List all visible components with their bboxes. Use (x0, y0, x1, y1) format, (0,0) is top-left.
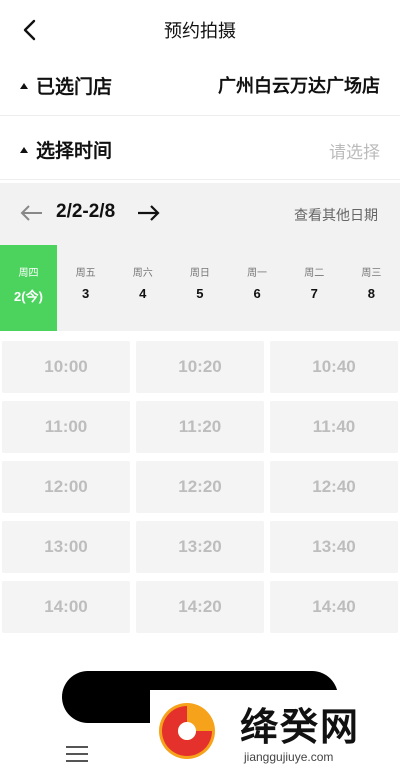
week-selector: 2/2-2/8 查看其他日期 周四 2(今) 周五 3 周六 4 周日 5 周一 6 周二 7 周三 8 (0, 183, 400, 331)
week-range-row: 2/2-2/8 查看其他日期 (0, 183, 400, 245)
day-item[interactable]: 周一 6 (229, 245, 286, 331)
time-slot[interactable]: 13:40 (270, 521, 398, 573)
day-weekday: 周五 (75, 268, 96, 279)
day-date: 6 (253, 286, 261, 301)
store-label: 已选门店 (36, 76, 113, 98)
time-slot[interactable]: 14:20 (136, 581, 264, 633)
next-week-button[interactable] (136, 203, 160, 223)
watermark: 绛癸网 jianggujiuye.com (150, 690, 400, 779)
day-weekday: 周六 (132, 268, 153, 279)
watermark-url: jianggujiuye.com (244, 750, 334, 764)
time-slot[interactable]: 10:00 (2, 341, 130, 393)
day-item[interactable]: 周二 7 (286, 245, 343, 331)
day-weekday: 周三 (361, 268, 382, 279)
prev-week-button[interactable] (20, 203, 44, 223)
day-weekday: 周日 (189, 268, 210, 279)
day-list: 周四 2(今) 周五 3 周六 4 周日 5 周一 6 周二 7 周三 8 (0, 245, 400, 331)
time-slot[interactable]: 10:40 (270, 341, 398, 393)
watermark-text: 绛癸网 (240, 704, 361, 749)
time-slot[interactable]: 11:00 (2, 401, 130, 453)
page-title: 预约拍摄 (164, 21, 236, 42)
caret-up-icon (20, 147, 28, 153)
day-weekday: 周四 (18, 268, 39, 279)
day-item[interactable]: 周五 3 (57, 245, 114, 331)
arrow-right-icon (138, 205, 160, 221)
week-range: 2/2-2/8 (56, 201, 116, 222)
day-date: 2(今) (14, 289, 43, 304)
menu-icon[interactable] (66, 746, 88, 764)
time-slot[interactable]: 14:00 (2, 581, 130, 633)
time-slot-grid: 10:00 10:20 10:40 11:00 11:20 11:40 12:00 12:20… (0, 341, 400, 701)
day-date: 5 (196, 286, 204, 301)
day-item[interactable]: 周四 2(今) (0, 245, 57, 331)
time-slot[interactable]: 13:20 (136, 521, 264, 573)
time-slot[interactable]: 13:00 (2, 521, 130, 573)
day-item[interactable]: 周三 8 (343, 245, 400, 331)
store-row[interactable]: 已选门店 广州白云万达广场店 (0, 56, 400, 116)
time-slot[interactable]: 11:20 (136, 401, 264, 453)
time-slot[interactable]: 11:40 (270, 401, 398, 453)
arrow-left-icon (20, 205, 42, 221)
day-weekday: 周一 (247, 268, 268, 279)
day-item[interactable]: 周日 5 (171, 245, 228, 331)
time-placeholder: 请选择 (329, 143, 380, 163)
time-label: 选择时间 (36, 140, 113, 162)
top-header: 预约拍摄 (0, 0, 400, 60)
time-row[interactable]: 选择时间 请选择 (0, 120, 400, 180)
caret-up-icon (20, 83, 28, 89)
time-slot[interactable]: 12:00 (2, 461, 130, 513)
day-weekday: 周二 (304, 268, 325, 279)
watermark-logo-icon (159, 703, 215, 759)
day-item[interactable]: 周六 4 (114, 245, 171, 331)
day-date: 7 (310, 286, 318, 301)
other-dates-link[interactable]: 查看其他日期 (294, 205, 378, 225)
day-date: 8 (367, 286, 375, 301)
time-slot[interactable]: 10:20 (136, 341, 264, 393)
day-date: 3 (82, 286, 90, 301)
day-date: 4 (139, 286, 147, 301)
time-slot[interactable]: 12:20 (136, 461, 264, 513)
time-slot[interactable]: 12:40 (270, 461, 398, 513)
store-value: 广州白云万达广场店 (218, 76, 380, 97)
time-slot[interactable]: 14:40 (270, 581, 398, 633)
